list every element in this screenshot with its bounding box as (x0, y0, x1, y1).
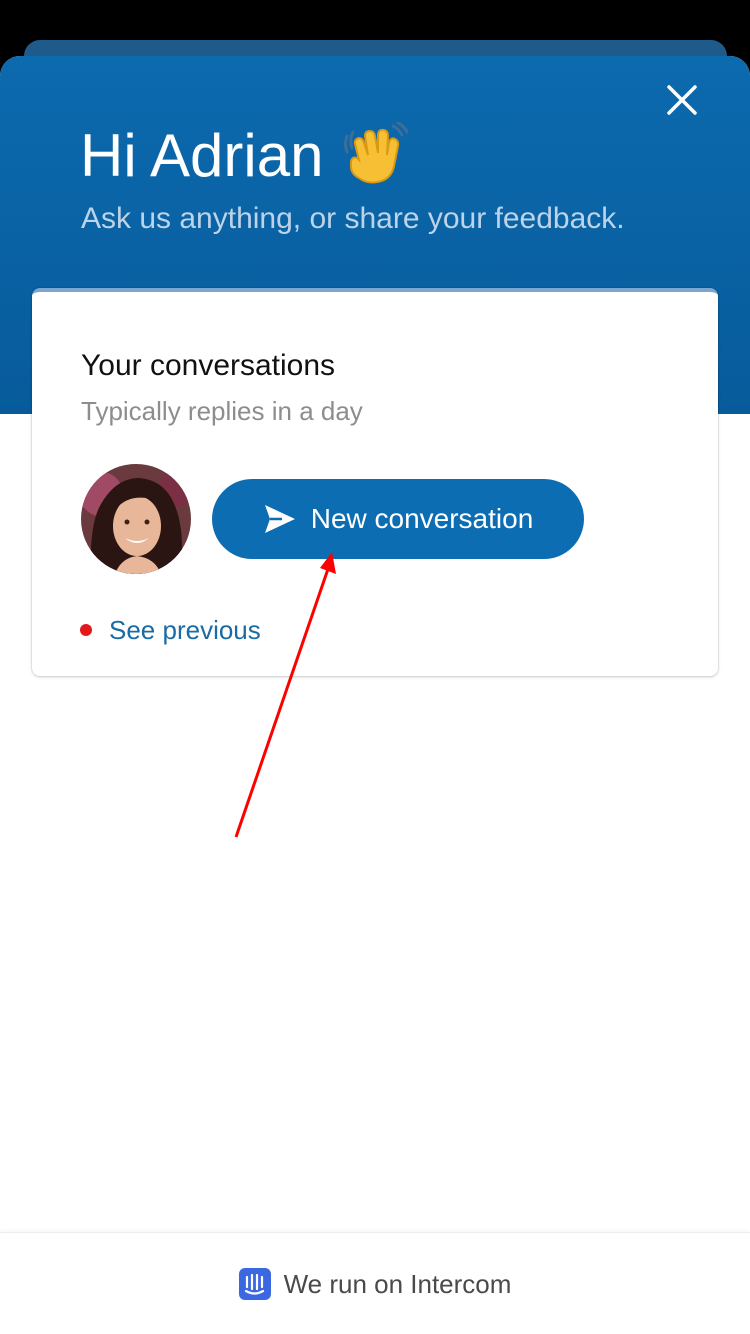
intercom-icon (238, 1268, 271, 1300)
team-member-avatar (81, 464, 191, 574)
see-previous-link[interactable]: See previous (109, 612, 261, 648)
greeting-text: Hi Adrian (80, 122, 324, 189)
avatar-photo (81, 464, 191, 574)
new-conversation-button[interactable]: New conversation (212, 479, 584, 559)
unread-indicator (80, 624, 92, 636)
footer-text: We run on Intercom (283, 1268, 512, 1299)
new-conversation-label: New conversation (310, 503, 534, 534)
powered-by-footer[interactable]: We run on Intercom (0, 1232, 750, 1334)
reply-time-text: Typically replies in a day (81, 396, 363, 426)
send-icon (264, 505, 295, 533)
waving-hand-icon (344, 122, 409, 184)
close-button[interactable] (660, 78, 704, 122)
close-icon (667, 85, 697, 115)
card-title: Your conversations (81, 349, 336, 382)
messenger-sheet: Hi Adrian Ask us anything, or share your… (0, 56, 750, 1334)
conversations-card: Your conversations Typically replies in … (32, 288, 718, 676)
header-subtitle: Ask us anything, or share your feedback. (81, 202, 625, 235)
greeting-heading: Hi Adrian (80, 118, 409, 194)
